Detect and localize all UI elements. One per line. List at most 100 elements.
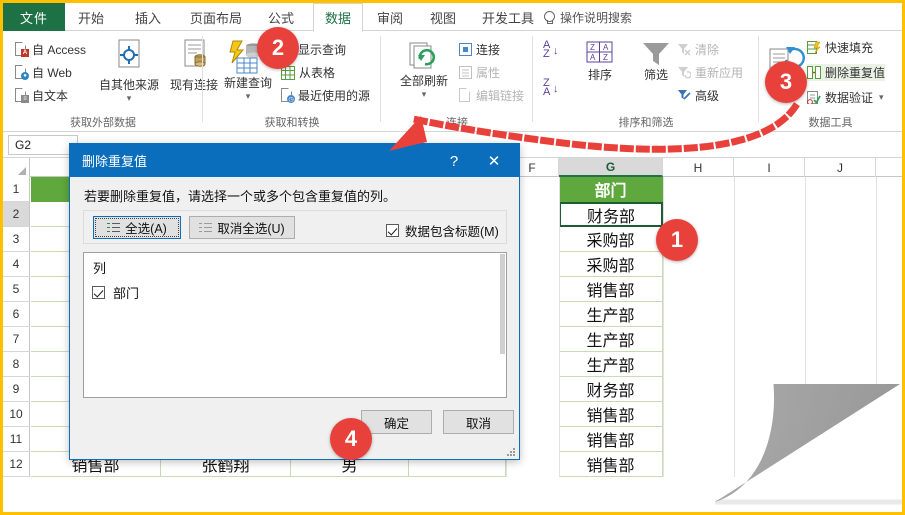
help-icon[interactable]: ?	[441, 150, 467, 172]
cell-g3[interactable]: 采购部	[559, 227, 663, 252]
cell-g5[interactable]: 销售部	[559, 277, 663, 302]
group-sort-filter: A Z ↓ Z A ↓ Z A A Z 排序 筛选 清除 重新应用 高级 排序和…	[533, 31, 759, 132]
tab-home[interactable]: 开始	[71, 3, 111, 31]
select-all-button[interactable]: 全选(A)	[93, 216, 181, 239]
listbox-item-department[interactable]: 部门	[92, 283, 139, 302]
row-header-12[interactable]: 12	[3, 452, 30, 477]
row-header-2[interactable]: 2	[3, 202, 30, 227]
advanced-filter-icon	[678, 90, 691, 100]
recent-sources-label: 最近使用的源	[298, 89, 371, 103]
recent-sources-button[interactable]: ◷ 最近使用的源	[281, 87, 370, 104]
group-connections: 全部刷新 ▾ 连接 属性 编辑链接 连接	[381, 31, 533, 132]
close-icon[interactable]: ✕	[479, 150, 509, 172]
filter-label: 筛选	[643, 68, 668, 82]
column-header-i[interactable]: I	[734, 158, 805, 177]
columns-listbox[interactable]: 列 部门	[83, 252, 507, 398]
cell-g1[interactable]: 部门	[559, 177, 663, 202]
sort-asc-button[interactable]: A Z ↓	[543, 40, 559, 60]
row-header-6[interactable]: 6	[3, 302, 30, 327]
flash-fill-button[interactable]: 快速填充	[807, 39, 873, 56]
tell-me-search[interactable]: 操作说明搜索	[543, 3, 632, 31]
tab-data[interactable]: 数据	[313, 3, 363, 32]
cell-g10[interactable]: 销售部	[559, 402, 663, 427]
tab-review[interactable]: 审阅	[370, 3, 410, 31]
clear-filter-label: 清除	[695, 43, 720, 57]
from-text-button[interactable]: ≡ 自文本	[15, 87, 68, 104]
text-file-icon: ≡	[15, 88, 29, 103]
chevron-down-icon[interactable]: ▾	[246, 91, 251, 101]
from-access-button[interactable]: A 自 Access	[15, 41, 86, 58]
unselect-all-label: 取消全选(U)	[217, 222, 285, 236]
cell-g11[interactable]: 销售部	[559, 427, 663, 452]
column-header-g[interactable]: G	[559, 158, 663, 177]
sort-desc-button[interactable]: Z A ↓	[543, 78, 559, 98]
checkbox-icon	[386, 224, 399, 237]
row-header-5[interactable]: 5	[3, 277, 30, 302]
from-web-label: 自 Web	[32, 66, 72, 80]
from-table-button[interactable]: 从表格	[281, 64, 335, 81]
cell-g7[interactable]: 生产部	[559, 327, 663, 352]
row-header-8[interactable]: 8	[3, 352, 30, 377]
badge-4: 4	[330, 418, 372, 460]
show-queries-label: 显示查询	[298, 43, 347, 57]
cell-g12[interactable]: 销售部	[559, 452, 663, 477]
tab-file[interactable]: 文件	[3, 3, 65, 31]
row-header-3[interactable]: 3	[3, 227, 30, 252]
resize-grip-icon[interactable]	[507, 448, 516, 457]
cancel-button[interactable]: 取消	[443, 410, 514, 434]
unselect-all-button[interactable]: 取消全选(U)	[189, 216, 295, 239]
listbox-scrollbar[interactable]	[500, 254, 505, 354]
from-other-sources-button[interactable]: 自其他来源 ▾	[98, 39, 160, 103]
tab-developer[interactable]: 开发工具	[475, 3, 541, 31]
cell-g8[interactable]: 生产部	[559, 352, 663, 377]
edit-links-icon	[459, 88, 472, 103]
badge-1: 1	[656, 219, 698, 261]
tab-view[interactable]: 视图	[423, 3, 463, 31]
row-header-9[interactable]: 9	[3, 377, 30, 402]
name-box[interactable]: G2	[8, 135, 78, 155]
chevron-down-icon[interactable]: ▾	[127, 93, 132, 103]
connections-button[interactable]: 连接	[459, 41, 500, 58]
select-all-icon	[107, 222, 121, 234]
badge-2: 2	[257, 27, 299, 69]
data-validation-button[interactable]: 数据验证 ▾	[807, 89, 884, 106]
ok-button[interactable]: 确定	[361, 410, 432, 434]
has-headers-checkbox[interactable]: 数据包含标题(M)	[386, 221, 499, 240]
cell-g2[interactable]: 财务部	[559, 202, 663, 227]
lightbulb-icon	[543, 10, 555, 24]
row-header-7[interactable]: 7	[3, 327, 30, 352]
remove-duplicates-button[interactable]: 删除重复值	[807, 64, 886, 81]
svg-text:A: A	[603, 43, 609, 52]
svg-text:A: A	[590, 53, 596, 62]
row-header-4[interactable]: 4	[3, 252, 30, 277]
access-icon: A	[15, 42, 29, 57]
cell-g4[interactable]: 采购部	[559, 252, 663, 277]
chevron-down-icon[interactable]: ▾	[879, 92, 884, 103]
row-header-1[interactable]: 1	[3, 177, 30, 202]
row-header-11[interactable]: 11	[3, 427, 30, 452]
refresh-all-button[interactable]: 全部刷新 ▾	[393, 41, 455, 99]
sort-button[interactable]: Z A A Z 排序	[569, 39, 631, 83]
flash-fill-label: 快速填充	[825, 41, 874, 55]
flash-fill-icon	[807, 41, 821, 54]
tab-insert[interactable]: 插入	[128, 3, 168, 31]
column-header-h[interactable]: H	[663, 158, 734, 177]
chevron-down-icon[interactable]: ▾	[422, 89, 427, 99]
row-header-10[interactable]: 10	[3, 402, 30, 427]
tell-me-label: 操作说明搜索	[560, 10, 633, 25]
from-web-button[interactable]: ● 自 Web	[15, 64, 72, 81]
data-validation-label: 数据验证	[825, 91, 874, 105]
column-header-j[interactable]: J	[805, 158, 876, 177]
tab-page-layout[interactable]: 页面布局	[183, 3, 249, 31]
connections-label: 连接	[476, 43, 501, 57]
dialog-toolbar-panel: 全选(A) 取消全选(U) 数据包含标题(M)	[83, 210, 507, 244]
advanced-filter-button[interactable]: 高级	[677, 87, 719, 104]
other-sources-icon	[118, 39, 140, 68]
remove-duplicates-label: 删除重复值	[825, 66, 886, 80]
cell-g9[interactable]: 财务部	[559, 377, 663, 402]
data-validation-icon	[807, 91, 821, 104]
group-title-data-tools: 数据工具	[808, 117, 853, 129]
cell-g6[interactable]: 生产部	[559, 302, 663, 327]
select-all-corner[interactable]	[3, 158, 30, 177]
badge-3: 3	[765, 61, 807, 103]
